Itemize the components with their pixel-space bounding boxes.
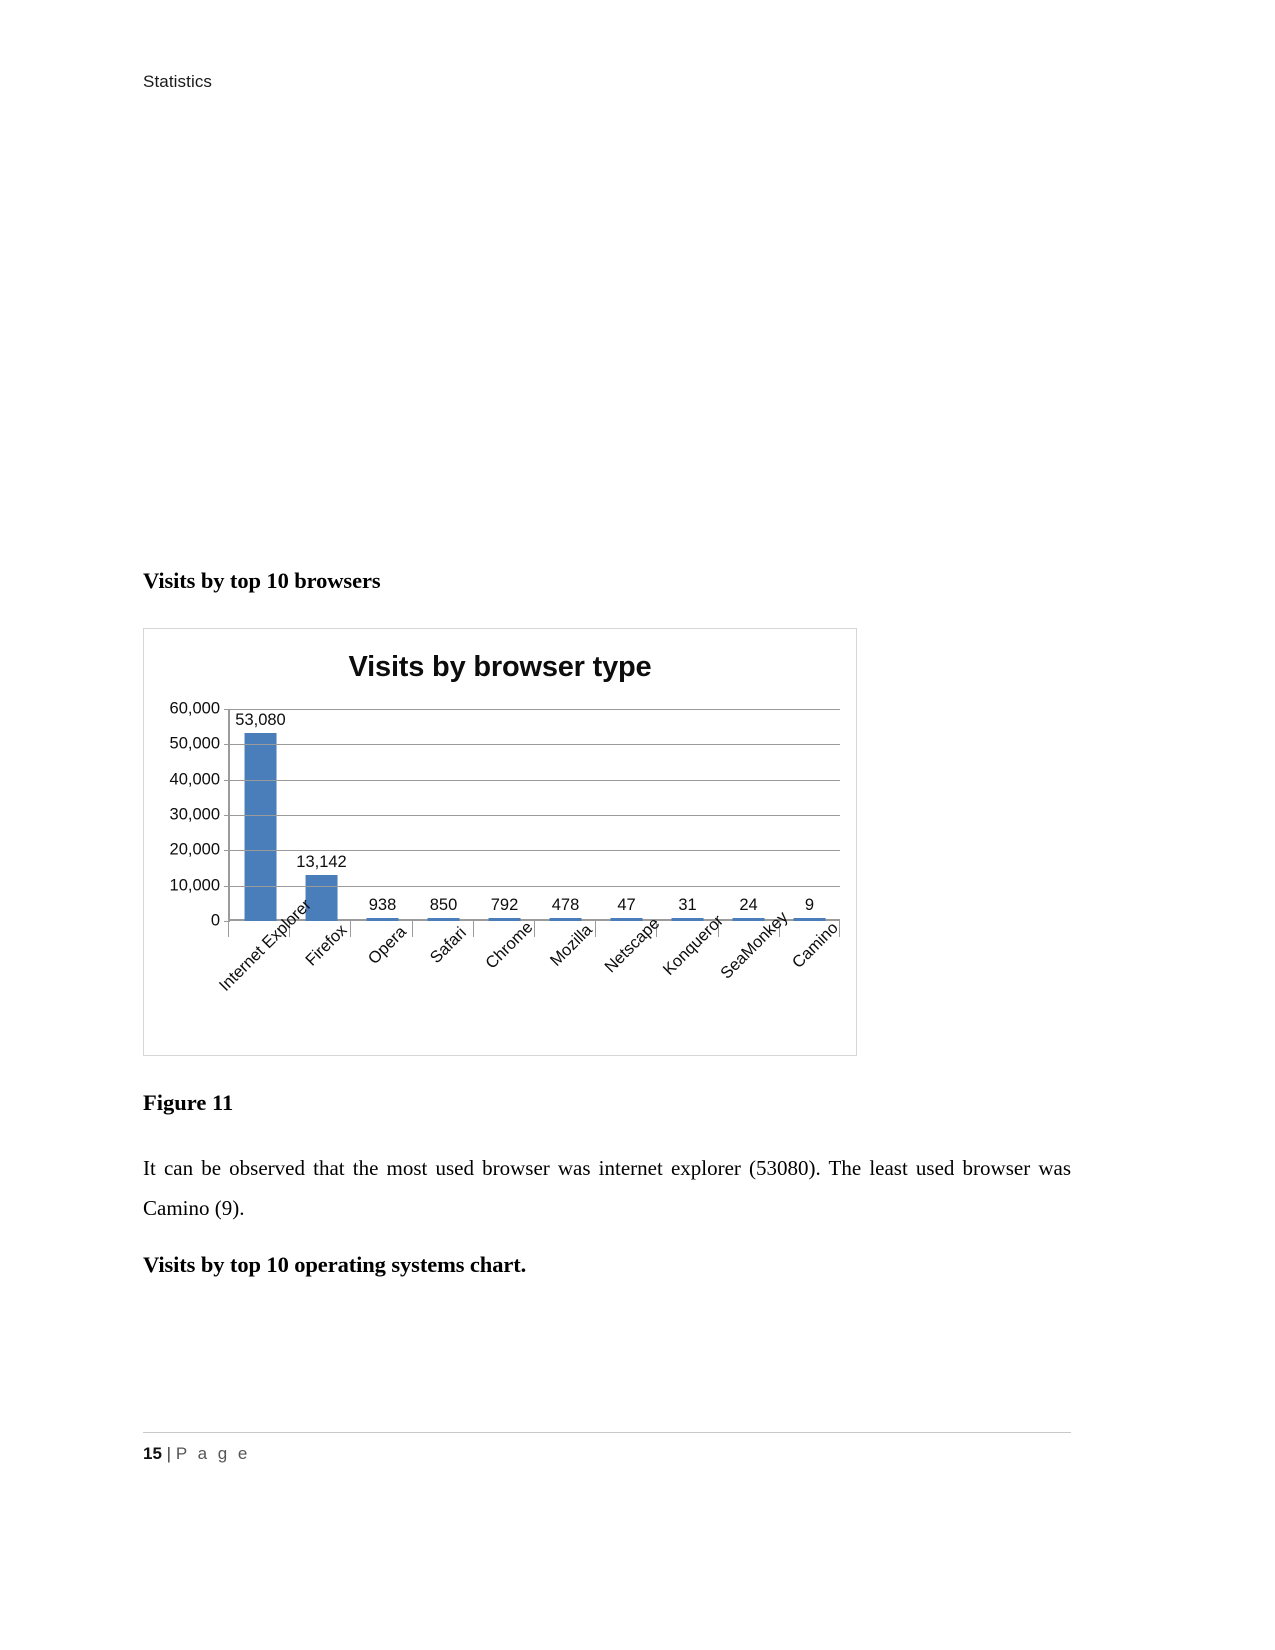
y-axis-tick-mark xyxy=(224,709,230,710)
category-label-cell: Firefox xyxy=(289,921,350,1037)
page-footer: 15 | P a g e xyxy=(143,1444,250,1464)
footer-page-word: P a g e xyxy=(175,1444,251,1463)
bar-data-label: 850 xyxy=(429,896,458,914)
category-label-cell: Safari xyxy=(412,924,473,1037)
category-label-cell: Netscape xyxy=(595,914,663,1037)
footer-separator: | xyxy=(166,1444,172,1463)
plot-area-wrapper: 60,000 50,000 40,000 30,000 20,000 10,000 0 53… xyxy=(162,700,843,1039)
chart-container: Visits by browser type 60,000 50,000 40,00… xyxy=(143,628,857,1056)
category-label-cell: SeaMonkey xyxy=(717,908,791,1037)
running-header: Statistics xyxy=(143,72,213,91)
footer-divider xyxy=(143,1432,1071,1433)
body-paragraph: It can be observed that the most used br… xyxy=(143,1156,1071,1220)
bar-data-label: 478 xyxy=(551,896,580,914)
chart-title: Visits by browser type xyxy=(348,651,652,683)
y-axis-tick-label: 0 xyxy=(210,911,220,930)
y-axis-tick-mark xyxy=(224,815,230,816)
bar-data-label: 24 xyxy=(739,896,758,914)
y-axis-tick-label: 40,000 xyxy=(169,770,220,789)
document-page: Statistics Visits by top 10 browsers Vis… xyxy=(0,0,1275,1650)
y-axis-tick-label: 30,000 xyxy=(169,805,220,824)
gridline xyxy=(230,885,840,887)
gridline xyxy=(230,709,840,710)
gridline xyxy=(230,744,840,746)
category-label-cell: Internet Explorer xyxy=(215,896,314,1037)
bar-data-label: 31 xyxy=(678,896,697,914)
y-axis-tick-label: 50,000 xyxy=(169,734,220,753)
y-axis-tick-mark xyxy=(224,779,230,781)
bar-data-label: 9 xyxy=(804,896,815,914)
y-axis-tick-mark xyxy=(224,885,230,887)
category-label-cell: Opera xyxy=(350,923,411,1037)
category-label-cell: Mozilla xyxy=(534,921,595,1037)
section-heading-operating-systems: Visits by top 10 operating systems chart… xyxy=(143,1252,527,1277)
gridline xyxy=(230,815,840,816)
category-label-cell: Konqueror xyxy=(656,912,727,1037)
y-axis-tick-mark xyxy=(224,850,230,852)
category-label-cell: Chrome xyxy=(473,918,537,1037)
plot-area: 53,080 13,142 938 850 792 478 47 31 24 9 xyxy=(224,709,840,922)
bar-data-label: 938 xyxy=(368,895,397,914)
footer-page-number: 15 xyxy=(143,1444,162,1463)
figure-caption: Figure 11 xyxy=(143,1090,234,1115)
y-axis-tick-mark xyxy=(224,744,230,746)
y-axis-tick-labels: 60,000 50,000 40,000 30,000 20,000 10,000 0 xyxy=(162,700,224,930)
y-axis-tick-label: 10,000 xyxy=(169,876,220,895)
gridline xyxy=(230,850,840,852)
bar-data-label: 47 xyxy=(617,896,636,914)
gridline xyxy=(230,779,840,781)
bar-data-label: 13,142 xyxy=(296,852,347,871)
y-axis-tick-label: 60,000 xyxy=(169,699,220,718)
category-label-cell: Camino xyxy=(779,919,842,1037)
x-axis-category-labels: Internet Explorer Firefox Opera Safari Chrom… xyxy=(215,896,842,1037)
bar-data-label: 53,080 xyxy=(235,711,286,730)
bar-data-label: 792 xyxy=(490,896,519,914)
section-heading-browsers: Visits by top 10 browsers xyxy=(143,568,381,593)
bar xyxy=(244,733,277,921)
y-axis-tick-label: 20,000 xyxy=(169,840,220,859)
